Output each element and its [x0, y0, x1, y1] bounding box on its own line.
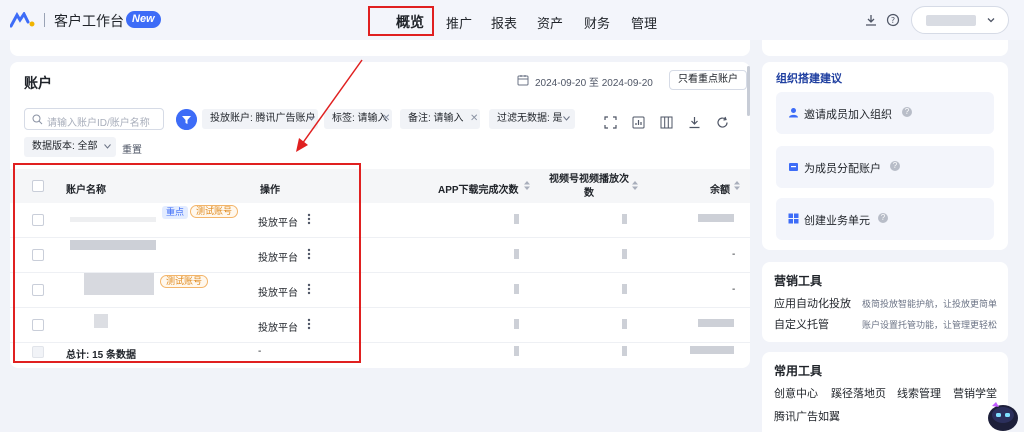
tool-landing-page[interactable]: 蹊径落地页: [831, 385, 886, 401]
assign-accounts-button[interactable]: 为成员分配账户 ?: [776, 146, 994, 188]
search-input[interactable]: 请输入账户ID/账户名称: [24, 108, 164, 130]
tool-auto-delivery-desc: 极简投放智能护航，让投放更简单: [862, 299, 998, 309]
search-icon: [32, 114, 43, 125]
value-blurred: [622, 284, 627, 294]
nav-assets[interactable]: 资产: [537, 13, 563, 32]
close-icon[interactable]: ✕: [382, 109, 390, 129]
search-placeholder: 请输入账户ID/账户名称: [47, 118, 150, 129]
nav-management[interactable]: 管理: [631, 13, 657, 32]
date-range[interactable]: 2024-09-20 至 2024-09-20: [535, 74, 653, 89]
value-blurred: [514, 249, 519, 259]
tool-custom-hosting[interactable]: 自定义托管: [774, 316, 829, 332]
download-icon[interactable]: [688, 116, 701, 129]
marketing-title: 营销工具: [774, 274, 823, 288]
marketing-tools-card: 营销工具 应用自动化投放 极简投放智能护航，让投放更简单 自定义托管 账户设置托…: [762, 262, 1008, 342]
chip-filter-empty[interactable]: 过滤无数据: 是: [489, 109, 575, 129]
chip-remark[interactable]: 备注: 请输入 ✕: [400, 109, 480, 129]
col-video-plays: 视频号视频播放次数: [549, 174, 629, 199]
assistant-robot-icon[interactable]: [986, 398, 1020, 432]
chevron-down-icon: [104, 144, 111, 149]
svg-text:?: ?: [891, 16, 895, 25]
value-blurred: [622, 319, 627, 329]
logo-separator: [44, 13, 45, 27]
logo-icon[interactable]: [10, 12, 36, 28]
top-summary-card: [10, 40, 750, 56]
columns-icon[interactable]: [660, 116, 673, 129]
overview-highlight-box: [368, 6, 434, 36]
app-title: 客户工作台: [54, 13, 124, 29]
common-tools-card: 常用工具 创意中心 蹊径落地页 线索管理 营销学堂 腾讯广告如翼: [762, 352, 1008, 432]
chevron-down-icon: [563, 116, 570, 121]
nav-promotion[interactable]: 推广: [446, 13, 472, 32]
col-balance: 余额: [710, 185, 730, 196]
chevron-down-icon: [308, 116, 315, 121]
value-blurred: [698, 214, 734, 222]
chevron-down-icon: [987, 18, 995, 23]
value-blurred: [514, 214, 519, 224]
help-icon[interactable]: ?: [878, 213, 888, 223]
fullscreen-icon[interactable]: [604, 116, 617, 129]
tool-auto-delivery[interactable]: 应用自动化投放: [774, 295, 851, 311]
nav-reports[interactable]: 报表: [491, 13, 517, 32]
refresh-icon[interactable]: [716, 116, 729, 129]
table-highlight-box: [13, 163, 361, 363]
nav-finance[interactable]: 财务: [584, 13, 610, 32]
account-switcher[interactable]: [911, 6, 1009, 34]
value-blurred: [514, 346, 519, 356]
reset-button[interactable]: 重置: [122, 141, 142, 156]
col-app-downloads: APP下载完成次数: [438, 185, 519, 196]
chip-ad-account[interactable]: 投放账户: 腾讯广告账户: [202, 109, 318, 129]
value-blurred: [514, 284, 519, 294]
sort-icon[interactable]: [632, 181, 638, 190]
user-icon: [789, 108, 798, 118]
download-icon[interactable]: [864, 13, 878, 27]
org-title: 组织搭建建议: [776, 73, 842, 85]
top-navigation: 客户工作台 New 概览 推广 报表 资产 财务 管理 ?: [0, 0, 1024, 40]
tool-custom-hosting-desc: 账户设置托管功能，让管理更轻松: [862, 320, 998, 330]
org-suggestion-card: 组织搭建建议 邀请成员加入组织 ? 为成员分配账户 ? 创建业务单元 ?: [762, 62, 1008, 250]
common-tools-title: 常用工具: [774, 364, 823, 378]
scrollbar[interactable]: [747, 66, 750, 116]
calendar-icon[interactable]: [517, 74, 529, 86]
balance-value: -: [732, 284, 736, 295]
value-blurred: [622, 214, 627, 224]
value-blurred: [622, 346, 627, 356]
balance-value: -: [732, 249, 736, 260]
chip-data-version[interactable]: 数据版本: 全部: [24, 137, 116, 157]
close-icon[interactable]: ✕: [470, 109, 478, 129]
help-icon[interactable]: ?: [902, 107, 912, 117]
account-icon: [789, 163, 798, 171]
value-blurred: [690, 346, 734, 354]
value-blurred: [698, 319, 734, 327]
tool-creative-center[interactable]: 创意中心: [774, 385, 818, 401]
help-icon[interactable]: ?: [886, 13, 900, 27]
help-icon[interactable]: ?: [890, 161, 900, 171]
sort-icon[interactable]: [524, 181, 530, 190]
create-business-unit-button[interactable]: 创建业务单元 ?: [776, 198, 994, 240]
key-accounts-button[interactable]: 只看重点账户: [669, 70, 747, 90]
chart-icon[interactable]: [632, 116, 645, 129]
sort-icon[interactable]: [734, 181, 740, 190]
chip-tag[interactable]: 标签: 请输入 ✕: [324, 109, 392, 129]
tool-lead-management[interactable]: 线索管理: [897, 385, 941, 401]
account-name-blurred: [926, 15, 976, 26]
right-top-card: [762, 40, 1008, 56]
value-blurred: [514, 319, 519, 329]
new-badge: New: [126, 11, 161, 28]
grid-icon: [788, 213, 799, 224]
card-title: 账户: [24, 75, 52, 91]
tool-ruyi[interactable]: 腾讯广告如翼: [774, 408, 840, 424]
value-blurred: [622, 249, 627, 259]
invite-members-button[interactable]: 邀请成员加入组织 ?: [776, 92, 994, 134]
filter-icon[interactable]: [176, 109, 197, 130]
